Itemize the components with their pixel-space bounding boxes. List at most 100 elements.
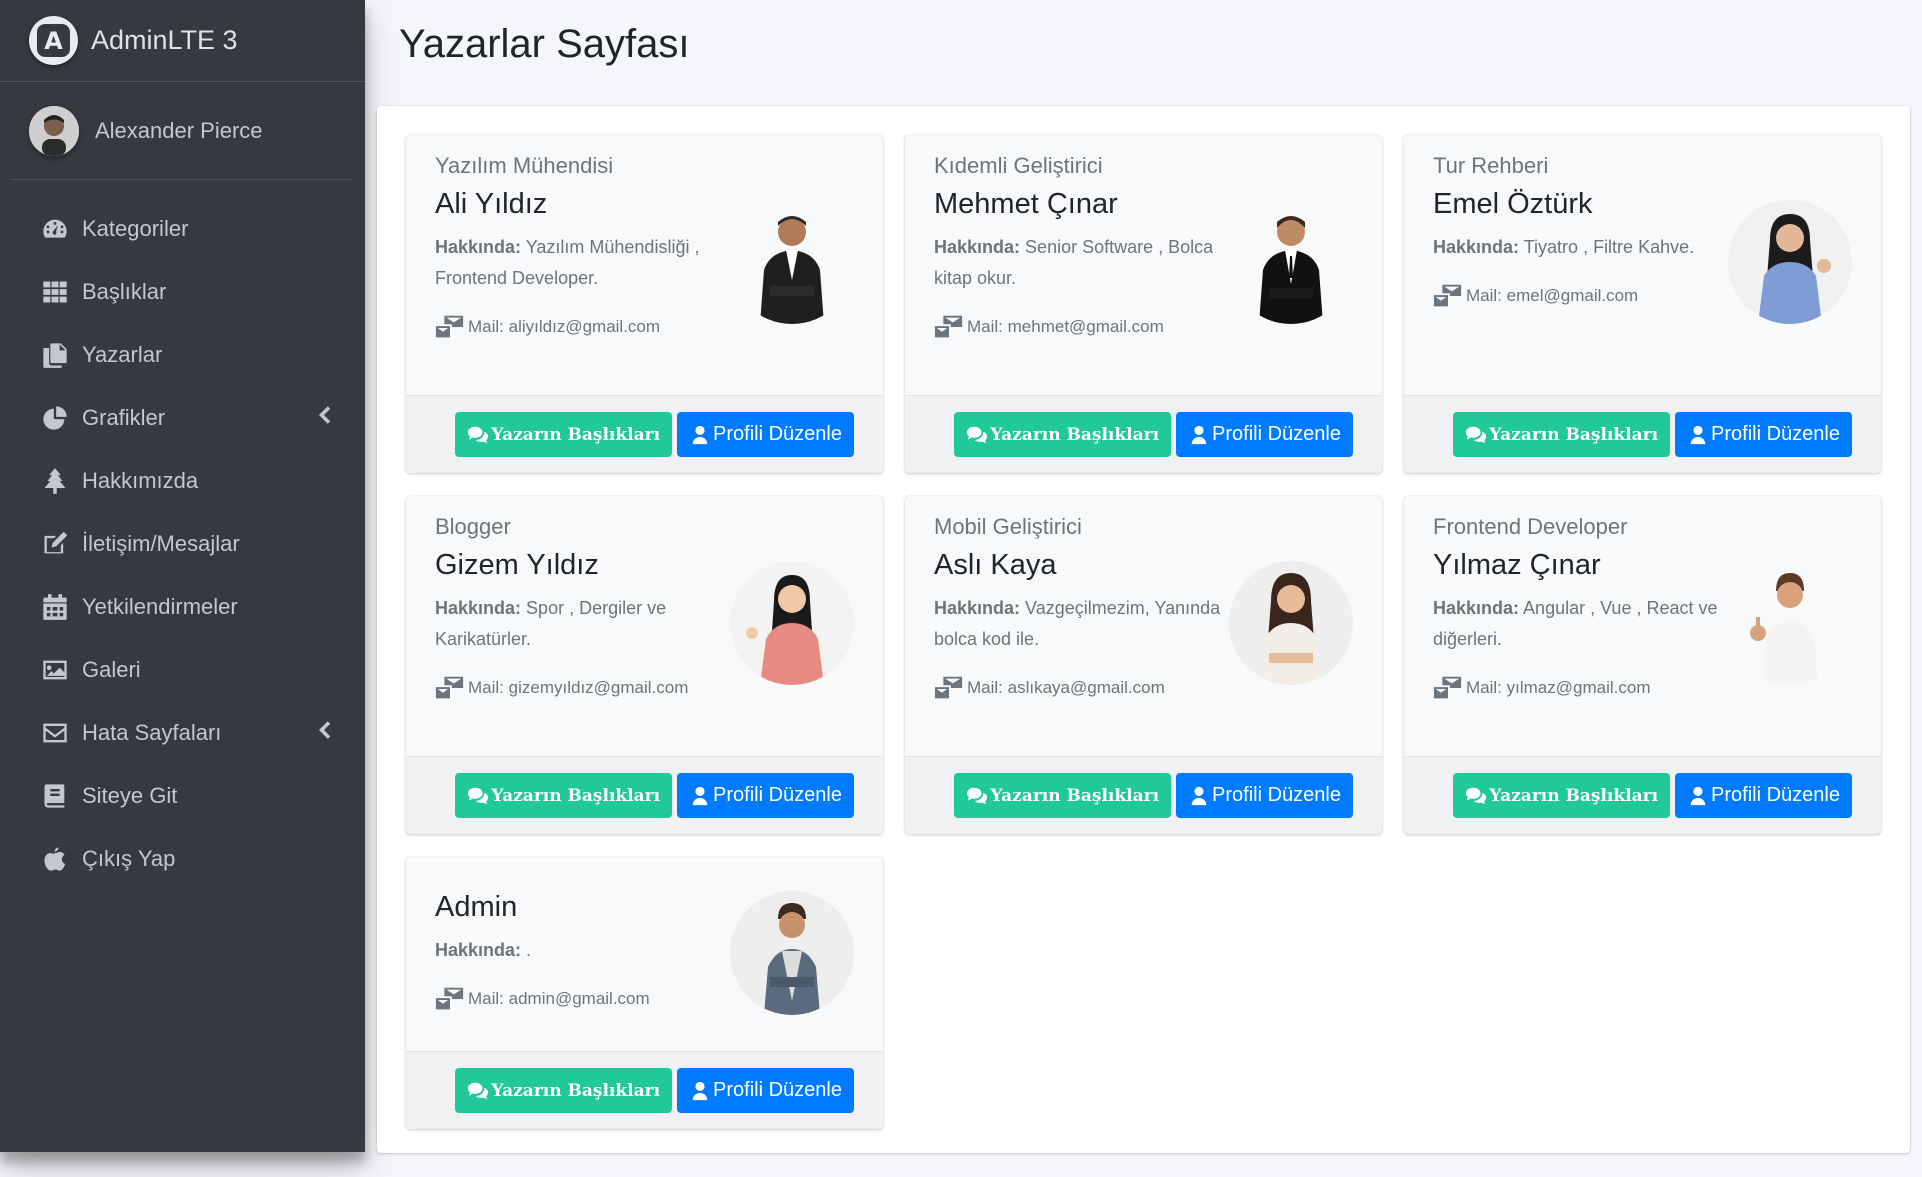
author-titles-button[interactable]: Yazarın Başlıkları (1453, 773, 1671, 818)
author-about: Hakkında: Senior Software , Bolca kitap … (934, 237, 1214, 288)
card-footer: Yazarın Başlıkları Profili Düzenle (406, 756, 883, 834)
user-icon (1191, 425, 1207, 444)
user-icon (1191, 786, 1207, 805)
author-card: Yazılım Mühendisi Ali Yıldız Hakkında: Y… (406, 135, 883, 473)
author-about: Hakkında: Angular , Vue , React ve diğer… (1433, 598, 1718, 649)
mail-bulk-icon (934, 676, 963, 699)
author-about: Hakkında: Vazgeçilmezim, Yanında bolca k… (934, 598, 1221, 649)
comments-icon (1466, 787, 1487, 804)
author-card: Blogger Gizem Yıldız Hakkında: Spor , De… (406, 496, 883, 834)
sidebar-item-label: Kategoriler (82, 215, 189, 241)
author-titles-button[interactable]: Yazarın Başlıkları (954, 773, 1172, 818)
user-icon (1690, 786, 1706, 805)
author-role: Kıdemli Geliştirici (934, 153, 1103, 178)
apple-icon (40, 844, 70, 874)
author-photo (730, 561, 854, 685)
mail-bulk-icon (1433, 284, 1462, 307)
author-card: Mobil Geliştirici Aslı Kaya Hakkında: Va… (905, 496, 1382, 834)
user-icon (692, 1081, 708, 1100)
mail-bulk-icon (435, 987, 464, 1010)
sidebar-item-galeri[interactable]: Galeri (0, 638, 365, 701)
author-titles-button[interactable]: Yazarın Başlıkları (954, 412, 1172, 457)
user-name: Alexander Pierce (95, 117, 263, 143)
brand-text: AdminLTE 3 (91, 25, 238, 55)
sidebar-item-yazarlar[interactable]: Yazarlar (0, 323, 365, 386)
edit-profile-button[interactable]: Profili Düzenle (677, 773, 854, 818)
edit-profile-button[interactable]: Profili Düzenle (677, 412, 854, 457)
sidebar: A AdminLTE 3 Alexander Pierce Kategorile… (0, 0, 365, 1152)
author-about: Hakkında: Yazılım Mühendisliği , Fronten… (435, 237, 700, 288)
book-icon (40, 781, 70, 811)
edit-profile-button[interactable]: Profili Düzenle (1176, 773, 1353, 818)
image-icon (40, 655, 70, 685)
author-card: Admin Hakkında: . Mail: admin@gmail.com … (406, 857, 883, 1129)
user-icon (1690, 425, 1706, 444)
comments-icon (468, 787, 489, 804)
sidebar-item-label: Hakkımızda (82, 467, 199, 493)
comments-icon (468, 1082, 489, 1099)
mail-bulk-icon (435, 676, 464, 699)
author-role: Yazılım Mühendisi (435, 153, 614, 178)
sidebar-item-iletisim[interactable]: İletişim/Mesajlar (0, 512, 365, 575)
sidebar-nav: Kategoriler Başlıklar Yazarlar Grafikler… (0, 197, 365, 890)
user-icon (692, 786, 708, 805)
envelope-icon (40, 718, 70, 748)
sidebar-item-siteye-git[interactable]: Siteye Git (0, 764, 365, 827)
sidebar-item-label: Başlıklar (82, 278, 167, 304)
author-card: Kıdemli Geliştirici Mehmet Çınar Hakkınd… (905, 135, 1382, 473)
calendar-icon (40, 592, 70, 622)
edit-profile-button[interactable]: Profili Düzenle (677, 1068, 854, 1113)
sidebar-item-label: Galeri (82, 656, 141, 682)
chevron-left-icon[interactable] (317, 405, 331, 431)
sidebar-item-yetkilendirmeler[interactable]: Yetkilendirmeler (0, 575, 365, 638)
page-title: Yazarlar Sayfası (399, 22, 690, 66)
card-footer: Yazarın Başlıkları Profili Düzenle (1404, 756, 1881, 834)
edit-profile-button[interactable]: Profili Düzenle (1675, 773, 1852, 818)
grid-icon (40, 277, 70, 307)
sidebar-item-label: Siteye Git (82, 782, 178, 808)
author-about: Hakkında: Tiyatro , Filtre Kahve. (1433, 237, 1695, 257)
edit-profile-button[interactable]: Profili Düzenle (1176, 412, 1353, 457)
author-titles-button[interactable]: Yazarın Başlıkları (455, 773, 673, 818)
sidebar-item-grafikler[interactable]: Grafikler (0, 386, 365, 449)
card-footer: Yazarın Başlıkları Profili Düzenle (406, 395, 883, 473)
comments-icon (967, 426, 988, 443)
sidebar-item-hakkimizda[interactable]: Hakkımızda (0, 449, 365, 512)
author-photo (1229, 561, 1353, 685)
author-about: Hakkında: . (435, 940, 532, 960)
mail-bulk-icon (435, 315, 464, 338)
author-titles-button[interactable]: Yazarın Başlıkları (455, 1068, 673, 1113)
tree-icon (40, 466, 70, 496)
author-photo (730, 891, 854, 1015)
author-role: Blogger (435, 514, 511, 539)
chevron-left-icon[interactable] (317, 720, 331, 746)
author-photo (1728, 561, 1852, 685)
sidebar-item-label: Hata Sayfaları (82, 719, 222, 745)
sidebar-item-label: Yazarlar (82, 341, 163, 367)
author-card: Tur Rehberi Emel Öztürk Hakkında: Tiyatr… (1404, 135, 1881, 473)
sidebar-item-cikis-yap[interactable]: Çıkış Yap (0, 827, 365, 890)
sidebar-item-label: Grafikler (82, 404, 166, 430)
user-panel[interactable]: Alexander Pierce (12, 82, 353, 180)
edit-icon (40, 529, 70, 559)
card-footer: Yazarın Başlıkları Profili Düzenle (905, 756, 1382, 834)
comments-icon (468, 426, 489, 443)
author-photo (1728, 200, 1852, 324)
mail-bulk-icon (934, 315, 963, 338)
author-titles-button[interactable]: Yazarın Başlıkları (1453, 412, 1671, 457)
sidebar-item-label: İletişim/Mesajlar (82, 530, 240, 556)
author-role: Mobil Geliştirici (934, 514, 1082, 539)
author-about: Hakkında: Spor , Dergiler ve Karikatürle… (435, 598, 667, 649)
edit-profile-button[interactable]: Profili Düzenle (1675, 412, 1852, 457)
sidebar-item-hata-sayfalari[interactable]: Hata Sayfaları (0, 701, 365, 764)
author-titles-button[interactable]: Yazarın Başlıkları (455, 412, 673, 457)
sidebar-item-kategoriler[interactable]: Kategoriler (0, 197, 365, 260)
author-role: Frontend Developer (1433, 514, 1628, 539)
author-photo (1229, 200, 1353, 324)
sidebar-item-basliklar[interactable]: Başlıklar (0, 260, 365, 323)
brand-link[interactable]: A AdminLTE 3 (0, 0, 365, 82)
card-footer: Yazarın Başlıkları Profili Düzenle (905, 395, 1382, 473)
author-role: Tur Rehberi (1433, 153, 1549, 178)
user-icon (692, 425, 708, 444)
avatar (29, 105, 79, 156)
